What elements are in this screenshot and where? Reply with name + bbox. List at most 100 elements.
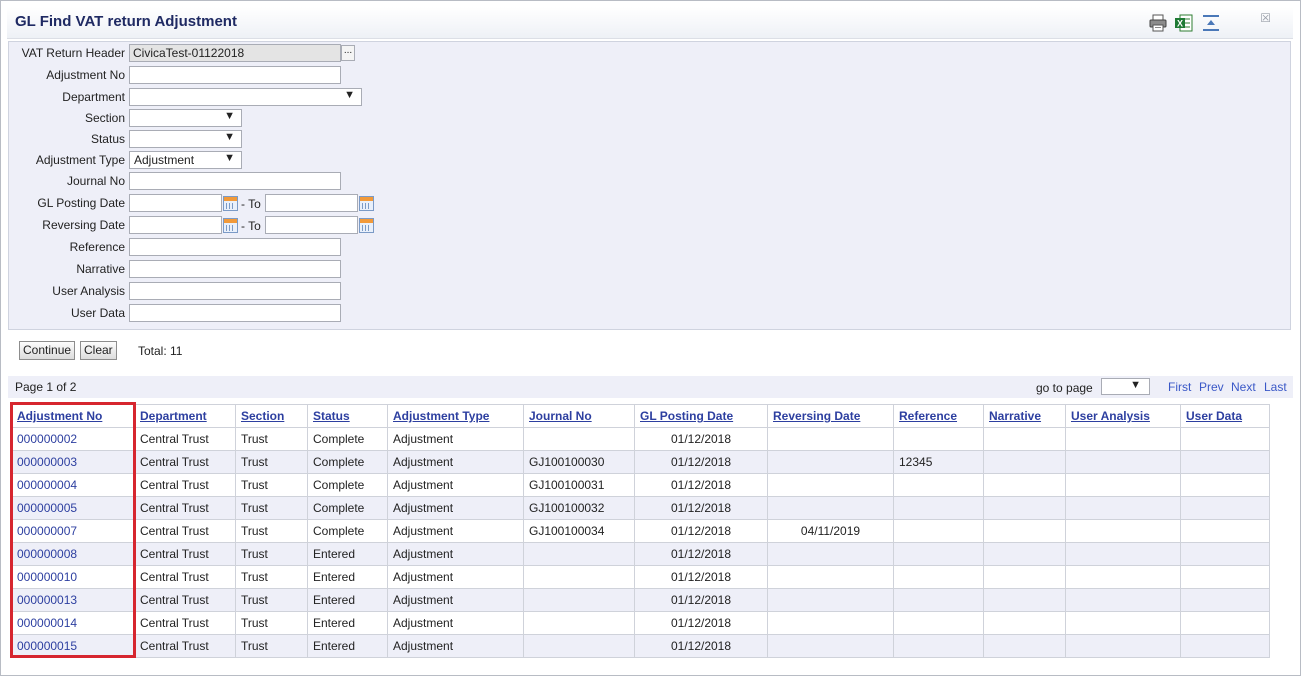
reference-input[interactable] (129, 238, 341, 256)
narrative-input[interactable] (129, 260, 341, 278)
department-select[interactable]: ▼ (129, 88, 362, 106)
cell-status: Complete (307, 473, 388, 497)
column-header-journal-no[interactable]: Journal No (523, 404, 635, 428)
cell-adjustment-no[interactable]: 000000007 (11, 519, 135, 543)
reversing-date-to-input[interactable] (265, 216, 358, 234)
cell-adjustment-no[interactable]: 000000010 (11, 565, 135, 589)
last-page-link[interactable]: Last (1264, 380, 1287, 394)
printer-icon[interactable] (1148, 13, 1168, 33)
vat-return-header-field[interactable]: CivicaTest-01122018 (129, 44, 341, 62)
cell-narrative (983, 519, 1066, 543)
cell-adjustment-no[interactable]: 000000014 (11, 611, 135, 635)
vat-return-header-row: VAT Return Header CivicaTest-01122018 ..… (9, 44, 409, 62)
chevron-down-icon: ▼ (224, 152, 235, 164)
column-header-department[interactable]: Department (134, 404, 236, 428)
cell-adjustment-no[interactable]: 000000013 (11, 588, 135, 612)
cell-gl-posting-date: 01/12/2018 (634, 450, 768, 474)
calendar-icon[interactable] (359, 218, 374, 233)
next-page-link[interactable]: Next (1231, 380, 1256, 394)
table-row[interactable]: 000000003 Central Trust Trust Complete Adjus… (11, 450, 1270, 474)
adjustment-no-input[interactable] (129, 66, 341, 84)
journal-no-row: Journal No (9, 172, 409, 190)
cell-adjustment-type: Adjustment (387, 496, 524, 520)
column-header-reversing-date[interactable]: Reversing Date (767, 404, 894, 428)
cell-reference (893, 496, 984, 520)
user-analysis-input[interactable] (129, 282, 341, 300)
calendar-icon[interactable] (223, 196, 238, 211)
goto-page-label: go to page (1036, 381, 1093, 395)
column-header-adjustment-no[interactable]: Adjustment No (11, 404, 135, 428)
cell-section: Trust (235, 450, 308, 474)
excel-export-icon[interactable]: X (1174, 13, 1194, 33)
table-row[interactable]: 000000014 Central Trust Trust Entered Adjust… (11, 611, 1270, 635)
calendar-icon[interactable] (223, 218, 238, 233)
cell-reversing-date (767, 450, 894, 474)
chevron-down-icon: ▼ (344, 89, 355, 101)
calendar-icon[interactable] (359, 196, 374, 211)
close-icon[interactable]: ☒ (1260, 11, 1271, 25)
column-header-section[interactable]: Section (235, 404, 308, 428)
cell-adjustment-type: Adjustment (387, 450, 524, 474)
goto-page-select[interactable]: ▼ (1101, 378, 1150, 395)
cell-section: Trust (235, 542, 308, 566)
column-header-reference[interactable]: Reference (893, 404, 984, 428)
user-data-input[interactable] (129, 304, 341, 322)
cell-reference (893, 427, 984, 451)
table-row[interactable]: 000000004 Central Trust Trust Complete Adjus… (11, 473, 1270, 497)
collapse-icon[interactable] (1201, 13, 1221, 33)
cell-adjustment-no[interactable]: 000000004 (11, 473, 135, 497)
chevron-down-icon: ▼ (1130, 379, 1141, 391)
vat-return-header-lookup-button[interactable]: ... (341, 45, 355, 61)
adjustment-type-select[interactable]: Adjustment ▼ (129, 151, 242, 169)
cell-adjustment-no[interactable]: 000000008 (11, 542, 135, 566)
column-header-status[interactable]: Status (307, 404, 388, 428)
cell-journal-no: GJ100100034 (523, 519, 635, 543)
cell-narrative (983, 565, 1066, 589)
cell-narrative (983, 611, 1066, 635)
section-select[interactable]: ▼ (129, 109, 242, 127)
first-page-link[interactable]: First (1168, 380, 1191, 394)
user-data-label: User Data (70, 306, 125, 320)
cell-department: Central Trust (134, 634, 236, 658)
cell-reversing-date (767, 634, 894, 658)
table-row[interactable]: 000000002 Central Trust Trust Complete Adjus… (11, 427, 1270, 451)
table-row[interactable]: 000000010 Central Trust Trust Entered Adjust… (11, 565, 1270, 589)
column-header-adjustment-type[interactable]: Adjustment Type (387, 404, 524, 428)
cell-department: Central Trust (134, 473, 236, 497)
cell-journal-no: GJ100100030 (523, 450, 635, 474)
table-row[interactable]: 000000005 Central Trust Trust Complete Adjus… (11, 496, 1270, 520)
narrative-label: Narrative (76, 262, 125, 276)
prev-page-link[interactable]: Prev (1199, 380, 1224, 394)
cell-adjustment-no[interactable]: 000000002 (11, 427, 135, 451)
table-row[interactable]: 000000008 Central Trust Trust Entered Adjust… (11, 542, 1270, 566)
status-select[interactable]: ▼ (129, 130, 242, 148)
continue-button[interactable]: Continue (19, 341, 76, 360)
table-row[interactable]: 000000015 Central Trust Trust Entered Adjust… (11, 634, 1270, 658)
table-row[interactable]: 000000013 Central Trust Trust Entered Adjust… (11, 588, 1270, 612)
cell-adjustment-no[interactable]: 000000015 (11, 634, 135, 658)
cell-journal-no (523, 427, 635, 451)
column-header-gl-posting-date[interactable]: GL Posting Date (634, 404, 768, 428)
cell-reference: 12345 (893, 450, 984, 474)
column-header-narrative[interactable]: Narrative (983, 404, 1066, 428)
cell-status: Complete (307, 519, 388, 543)
reversing-date-from-input[interactable] (129, 216, 222, 234)
cell-adjustment-no[interactable]: 000000003 (11, 450, 135, 474)
column-header-user-analysis[interactable]: User Analysis (1065, 404, 1181, 428)
cell-reference (893, 588, 984, 612)
cell-status: Complete (307, 496, 388, 520)
reversing-date-row: Reversing Date - To (9, 216, 409, 234)
cell-status: Complete (307, 450, 388, 474)
narrative-row: Narrative (9, 260, 409, 278)
cell-status: Entered (307, 542, 388, 566)
gl-posting-date-to-input[interactable] (265, 194, 358, 212)
column-header-user-data[interactable]: User Data (1180, 404, 1270, 428)
table-row[interactable]: 000000007 Central Trust Trust Complete Adjus… (11, 519, 1270, 543)
user-analysis-label: User Analysis (52, 284, 125, 298)
chevron-down-icon: ▼ (224, 131, 235, 143)
journal-no-input[interactable] (129, 172, 341, 190)
cell-adjustment-no[interactable]: 000000005 (11, 496, 135, 520)
clear-button[interactable]: Clear (80, 341, 117, 360)
gl-posting-date-from-input[interactable] (129, 194, 222, 212)
cell-reference (893, 542, 984, 566)
